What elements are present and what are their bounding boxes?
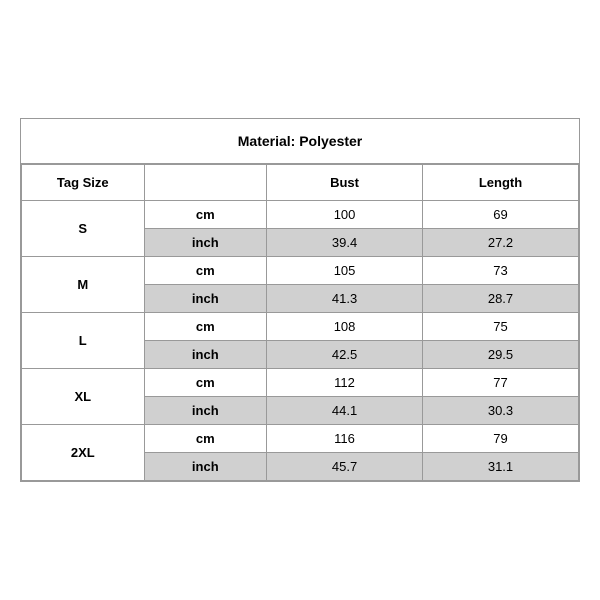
size-label: S bbox=[22, 201, 145, 257]
length-inch: 28.7 bbox=[423, 285, 579, 313]
unit-inch: inch bbox=[144, 397, 267, 425]
bust-inch: 44.1 bbox=[267, 397, 423, 425]
length-inch: 30.3 bbox=[423, 397, 579, 425]
unit-header bbox=[144, 165, 267, 201]
unit-inch: inch bbox=[144, 341, 267, 369]
chart-title: Material: Polyester bbox=[21, 119, 579, 164]
length-cm: 79 bbox=[423, 425, 579, 453]
length-inch: 31.1 bbox=[423, 453, 579, 481]
size-label: 2XL bbox=[22, 425, 145, 481]
length-cm: 75 bbox=[423, 313, 579, 341]
unit-inch: inch bbox=[144, 229, 267, 257]
unit-cm: cm bbox=[144, 201, 267, 229]
table-row: 2XLcm11679 bbox=[22, 425, 579, 453]
table-row: Lcm10875 bbox=[22, 313, 579, 341]
length-cm: 77 bbox=[423, 369, 579, 397]
bust-cm: 108 bbox=[267, 313, 423, 341]
bust-inch: 39.4 bbox=[267, 229, 423, 257]
length-inch: 29.5 bbox=[423, 341, 579, 369]
unit-cm: cm bbox=[144, 257, 267, 285]
size-chart-container: Material: Polyester Tag Size Bust Length… bbox=[20, 118, 580, 482]
tag-size-header: Tag Size bbox=[22, 165, 145, 201]
bust-cm: 116 bbox=[267, 425, 423, 453]
bust-header: Bust bbox=[267, 165, 423, 201]
length-cm: 69 bbox=[423, 201, 579, 229]
bust-inch: 41.3 bbox=[267, 285, 423, 313]
table-row: Mcm10573 bbox=[22, 257, 579, 285]
size-table: Tag Size Bust Length Scm10069inch39.427.… bbox=[21, 164, 579, 481]
bust-cm: 100 bbox=[267, 201, 423, 229]
table-header: Tag Size Bust Length bbox=[22, 165, 579, 201]
size-label: XL bbox=[22, 369, 145, 425]
unit-cm: cm bbox=[144, 313, 267, 341]
table-row: Scm10069 bbox=[22, 201, 579, 229]
bust-cm: 112 bbox=[267, 369, 423, 397]
table-row: XLcm11277 bbox=[22, 369, 579, 397]
bust-inch: 42.5 bbox=[267, 341, 423, 369]
length-inch: 27.2 bbox=[423, 229, 579, 257]
size-label: M bbox=[22, 257, 145, 313]
bust-inch: 45.7 bbox=[267, 453, 423, 481]
bust-cm: 105 bbox=[267, 257, 423, 285]
length-cm: 73 bbox=[423, 257, 579, 285]
unit-cm: cm bbox=[144, 369, 267, 397]
unit-cm: cm bbox=[144, 425, 267, 453]
unit-inch: inch bbox=[144, 285, 267, 313]
length-header: Length bbox=[423, 165, 579, 201]
unit-inch: inch bbox=[144, 453, 267, 481]
size-label: L bbox=[22, 313, 145, 369]
